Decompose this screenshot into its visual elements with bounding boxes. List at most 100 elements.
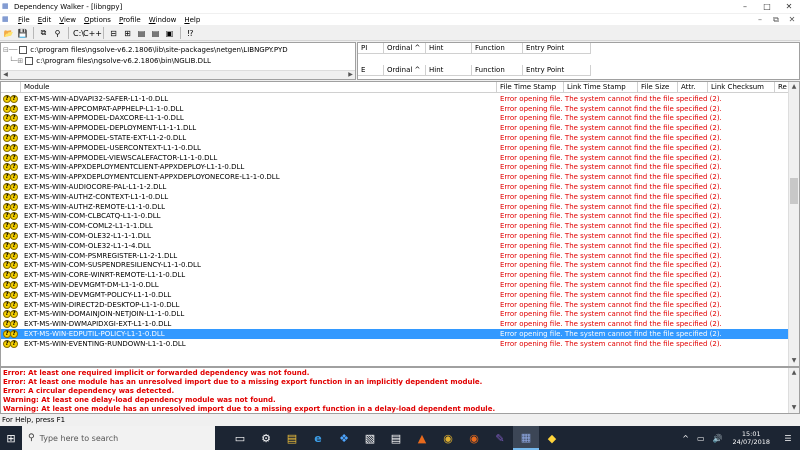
col-attr[interactable]: Attr. <box>678 82 708 93</box>
system-info-icon[interactable]: ▣ <box>163 27 176 40</box>
scroll-down-icon[interactable]: ▼ <box>789 403 799 413</box>
editor-icon[interactable]: ✎ <box>487 426 513 450</box>
col-file-time-stamp[interactable]: File Time Stamp <box>497 82 564 93</box>
chrome-icon[interactable]: ◉ <box>435 426 461 450</box>
tree-item-nglib[interactable]: └─⊞ c:\program files\ngsolve-v6.2.1806\b… <box>3 56 211 66</box>
network-icon[interactable]: ▭ <box>697 434 705 443</box>
notification-icon[interactable]: ☰ <box>780 434 796 443</box>
menu-window[interactable]: Window <box>145 16 181 24</box>
close-button[interactable]: ✕ <box>778 0 800 13</box>
module-row[interactable]: ?? EXT-MS-WIN-AUTHZ-CONTEXT-L1-1-0.DLL Err… <box>1 192 789 202</box>
tree-horizontal-scrollbar[interactable]: ◀ ▶ <box>1 70 355 79</box>
module-row[interactable]: ?? EXT-MS-WIN-COM-OLE32-L1-1-4.DLL Error o… <box>1 241 789 251</box>
module-row[interactable]: ?? EXT-MS-WIN-APPXDEPLOYMENTCLIENT-APPXDE… <box>1 163 789 173</box>
module-row[interactable]: ?? EXT-MS-WIN-COM-COML2-L1-1-1.DLL Error o… <box>1 221 789 231</box>
module-row[interactable]: ?? EXT-MS-WIN-DEVMGMT-DM-L1-1-0.DLL Error … <box>1 280 789 290</box>
mdi-minimize-button[interactable]: – <box>752 14 768 25</box>
collapse-icon[interactable]: ⊟ <box>107 27 120 40</box>
module-list[interactable]: Module File Time Stamp Link Time Stamp F… <box>0 81 800 367</box>
module-tree[interactable]: ⊟── c:\program files\ngsolve-v6.2.1806\l… <box>0 42 356 80</box>
col-function[interactable]: Function <box>472 65 523 76</box>
clock[interactable]: 15:01 24/07/2018 <box>733 430 770 446</box>
module-row[interactable]: ?? EXT-MS-WIN-AUTHZ-REMOTE-L1-1-0.DLL Erro… <box>1 202 789 212</box>
module-row[interactable]: ?? EXT-MS-WIN-APPMODEL-USERCONTEXT-L1-1-0… <box>1 143 789 153</box>
module-row[interactable]: ?? EXT-MS-WIN-DIRECT2D-DESKTOP-L1-1-0.DLL… <box>1 300 789 310</box>
terminal-icon[interactable]: ▧ <box>357 426 383 450</box>
col-entry-point[interactable]: Entry Point <box>523 65 591 76</box>
scroll-left-icon[interactable]: ◀ <box>1 71 10 79</box>
module-row[interactable]: ?? EXT-MS-WIN-DOMAINJOIN-NETJOIN-L1-1-0.D… <box>1 310 789 320</box>
col-function[interactable]: Function <box>472 43 523 54</box>
show-hidden-icons-icon[interactable]: ^ <box>682 434 689 443</box>
module-row[interactable]: ?? EXT-MS-WIN-COM-PSMREGISTER-L1-2-1.DLL E… <box>1 251 789 261</box>
task-view-icon[interactable]: ▭ <box>227 426 253 450</box>
tree-expand-icon[interactable]: └─⊞ <box>3 57 23 65</box>
col-icon[interactable] <box>1 82 21 93</box>
find-icon[interactable]: ⚲ <box>51 27 64 40</box>
tree-collapse-icon[interactable]: ⊟── <box>3 46 17 54</box>
minimize-button[interactable]: – <box>734 0 756 13</box>
module-row[interactable]: ?? EXT-MS-WIN-APPCOMPAT-APPHELP-L1-1-0.DL… <box>1 104 789 114</box>
module-row[interactable]: ?? EXT-MS-WIN-APPMODEL-DEPLOYMENT-L1-1-1.… <box>1 123 789 133</box>
module-row[interactable]: ?? EXT-MS-WIN-COM-SUSPENDRESILIENCY-L1-1-… <box>1 261 789 271</box>
module-row[interactable]: ?? EXT-MS-WIN-APPMODEL-DAXCORE-L1-1-0.DLL… <box>1 114 789 124</box>
module-row[interactable]: ?? EXT-MS-WIN-COM-CLBCATQ-L1-1-0.DLL Error… <box>1 212 789 222</box>
mdi-restore-button[interactable]: ⧉ <box>768 14 784 25</box>
module-row[interactable]: ?? EXT-MS-WIN-APPMODEL-VIEWSCALEFACTOR-L1… <box>1 153 789 163</box>
scroll-thumb[interactable] <box>790 178 798 204</box>
scroll-up-icon[interactable]: ▲ <box>789 368 799 378</box>
col-module[interactable]: Module <box>21 82 497 93</box>
col-hint[interactable]: Hint <box>426 43 472 54</box>
scroll-up-icon[interactable]: ▲ <box>789 82 799 92</box>
file-explorer-icon[interactable]: ▤ <box>279 426 305 450</box>
module-list-icon[interactable]: ▤ <box>135 27 148 40</box>
menu-options[interactable]: Options <box>80 16 115 24</box>
copy-icon[interactable]: ⧉ <box>37 27 50 40</box>
col-pi[interactable]: PI <box>358 43 384 54</box>
module-row[interactable]: ?? EXT-MS-WIN-AUDIOCORE-PAL-L1-1-2.DLL Err… <box>1 182 789 192</box>
col-link-checksum[interactable]: Link Checksum <box>708 82 775 93</box>
edge-browser-icon[interactable]: e <box>305 426 331 450</box>
python-icon[interactable]: ◆ <box>539 426 565 450</box>
firefox-icon[interactable]: ◉ <box>461 426 487 450</box>
maximize-button[interactable]: □ <box>756 0 778 13</box>
menu-file[interactable]: File <box>14 16 34 24</box>
col-ordinal[interactable]: Ordinal ^ <box>384 65 426 76</box>
windows-start-icon[interactable]: ⊞ <box>0 426 22 450</box>
module-row[interactable]: ?? EXT-MS-WIN-DWMAPIDXGI-EXT-L1-1-0.DLL Er… <box>1 319 789 329</box>
menu-help[interactable]: Help <box>180 16 204 24</box>
notepad-icon[interactable]: ▤ <box>383 426 409 450</box>
module-list-scrollbar[interactable]: ▲ ▼ <box>788 82 799 366</box>
module-row[interactable]: ?? EXT-MS-WIN-CORE-WINRT-REMOTE-L1-1-0.DL… <box>1 270 789 280</box>
properties-icon[interactable]: ▤ <box>149 27 162 40</box>
save-icon[interactable]: 💾 <box>16 27 29 40</box>
menu-view[interactable]: View <box>55 16 80 24</box>
col-ordinal[interactable]: Ordinal ^ <box>384 43 426 54</box>
mdi-close-button[interactable]: ✕ <box>784 14 800 25</box>
log-scrollbar[interactable]: ▲ ▼ <box>788 368 799 413</box>
matlab-icon[interactable]: ▲ <box>409 426 435 450</box>
col-e[interactable]: E <box>358 65 384 76</box>
log-pane[interactable]: Error: At least one required implicit or… <box>0 367 800 414</box>
help-icon[interactable]: ⁉ <box>184 27 197 40</box>
module-row[interactable]: ?? EXT-MS-WIN-ADVAPI32-SAFER-L1-1-0.DLL Er… <box>1 94 789 104</box>
settings-icon[interactable]: ⚙ <box>253 426 279 450</box>
module-row[interactable]: ?? EXT-MS-WIN-APPXDEPLOYMENTCLIENT-APPXDE… <box>1 172 789 182</box>
scroll-down-icon[interactable]: ▼ <box>789 356 799 366</box>
col-hint[interactable]: Hint <box>426 65 472 76</box>
open-icon[interactable]: 📂 <box>2 27 15 40</box>
col-entry-point[interactable]: Entry Point <box>523 43 591 54</box>
module-row[interactable]: ?? EXT-MS-WIN-DEVMGMT-POLICY-L1-1-0.DLL Er… <box>1 290 789 300</box>
col-file-size[interactable]: File Size <box>638 82 678 93</box>
scroll-right-icon[interactable]: ▶ <box>346 71 355 79</box>
menu-edit[interactable]: Edit <box>34 16 56 24</box>
expand-icon[interactable]: ⊞ <box>121 27 134 40</box>
taskbar-search[interactable]: ⚲ Type here to search <box>22 426 215 450</box>
menu-profile[interactable]: Profile <box>115 16 145 24</box>
col-real-checksum[interactable]: Re <box>775 82 789 93</box>
module-row[interactable]: ?? EXT-MS-WIN-APPMODEL-STATE-EXT-L1-2-0.D… <box>1 133 789 143</box>
col-link-time-stamp[interactable]: Link Time Stamp <box>564 82 638 93</box>
module-row[interactable]: ?? EXT-MS-WIN-COM-OLE32-L1-1-1.DLL Error o… <box>1 231 789 241</box>
tree-item-libngpy[interactable]: ⊟── c:\program files\ngsolve-v6.2.1806\l… <box>3 45 288 55</box>
module-row[interactable]: ?? EXT-MS-WIN-EDPUTIL-POLICY-L1-1-0.DLL Er… <box>1 329 789 339</box>
